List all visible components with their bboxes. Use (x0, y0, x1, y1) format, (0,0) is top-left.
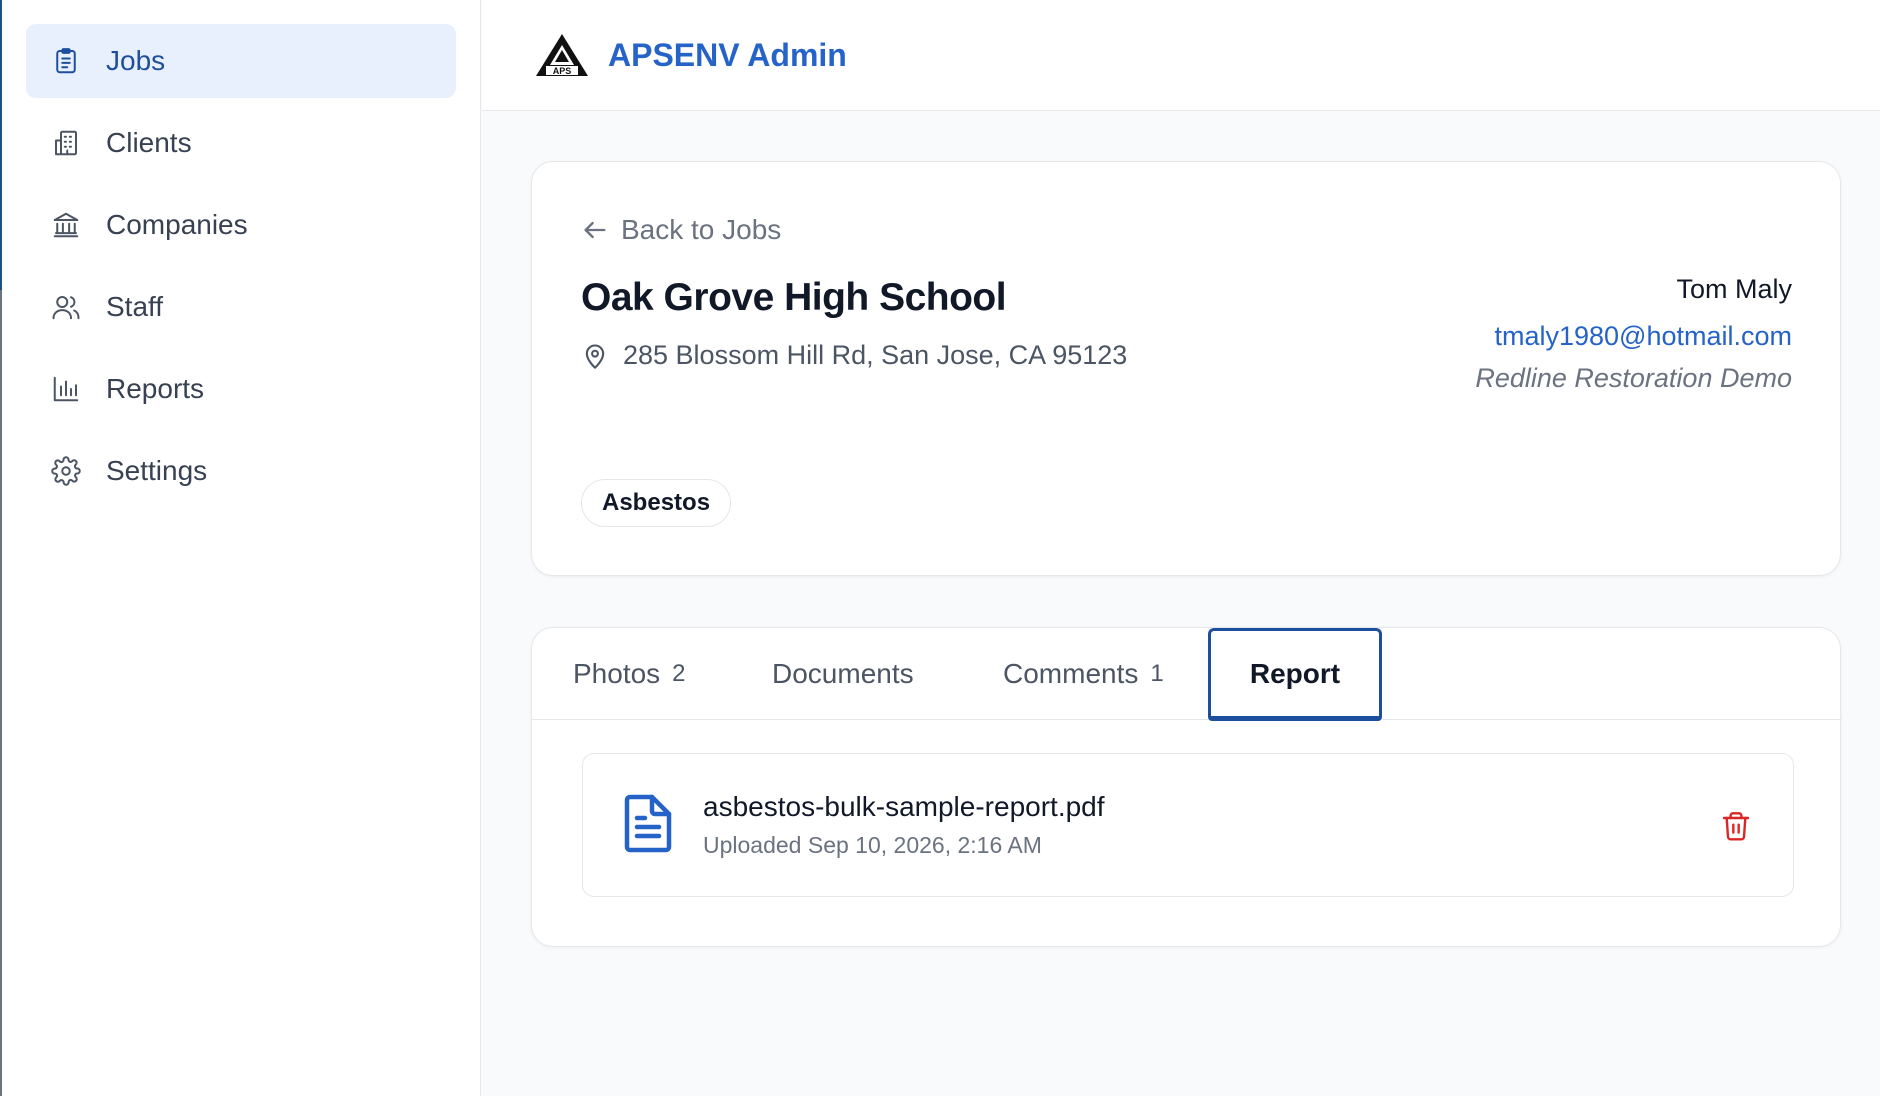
sidebar-item-reports[interactable]: Reports (26, 352, 456, 426)
document-icon (624, 794, 672, 853)
tab-label: Comments (1003, 658, 1139, 689)
gear-icon (50, 455, 82, 487)
sidebar-item-jobs[interactable]: Jobs (26, 24, 456, 98)
bank-icon (50, 209, 82, 241)
contact-company: Redline Restoration Demo (1475, 363, 1792, 393)
clipboard-icon (50, 45, 82, 77)
tab-bar: Photos 2 Documents Comments 1 Report (532, 628, 1842, 721)
back-link-label: Back to Jobs (621, 214, 782, 245)
tab-documents[interactable]: Documents (772, 628, 914, 720)
report-file-row[interactable]: asbestos-bulk-sample-report.pdf Uploaded… (582, 753, 1794, 897)
tab-comments[interactable]: Comments 1 (1003, 628, 1164, 720)
sidebar-item-label: Jobs (106, 45, 166, 76)
tab-label: Report (1249, 657, 1341, 689)
contact-info: Tom Maly tmaly1980@hotmail.com Redline R… (1475, 274, 1792, 398)
arrow-left-icon (584, 221, 606, 239)
aps-logo: APS (536, 34, 588, 76)
sidebar-item-staff[interactable]: Staff (26, 270, 456, 344)
job-tabs-card: Photos 2 Documents Comments 1 Report asb… (531, 627, 1842, 947)
sidebar-item-label: Staff (106, 291, 164, 322)
contact-email-link[interactable]: tmaly1980@hotmail.com (1475, 314, 1792, 358)
map-pin-icon (585, 344, 605, 369)
sidebar-item-settings[interactable]: Settings (26, 434, 456, 508)
tab-label: Documents (772, 658, 914, 689)
report-file-name[interactable]: asbestos-bulk-sample-report.pdf (703, 791, 1105, 823)
app-title: APSENV Admin (608, 36, 847, 73)
tab-count: 2 (672, 660, 686, 687)
tab-label: Photos (573, 658, 661, 689)
job-tag-asbestos: Asbestos (581, 479, 732, 527)
building-icon (50, 127, 82, 159)
users-icon (50, 291, 82, 323)
bar-chart-icon (50, 373, 82, 405)
app-header: APS APSENV Admin (482, 0, 1880, 111)
contact-name: Tom Maly (1676, 274, 1792, 304)
address-text: 285 Blossom Hill Rd, San Jose, CA 95123 (623, 340, 1128, 370)
job-title: Oak Grove High School (581, 276, 1007, 319)
sidebar-item-clients[interactable]: Clients (26, 106, 456, 180)
job-address: 285 Blossom Hill Rd, San Jose, CA 95123 (581, 340, 1127, 371)
sidebar-item-label: Companies (106, 209, 248, 240)
sidebar-item-label: Clients (106, 127, 192, 158)
tab-report[interactable]: Report (1208, 628, 1382, 721)
delete-report-button[interactable] (1719, 808, 1753, 844)
report-upload-date: Uploaded Sep 10, 2026, 2:16 AM (703, 832, 1042, 858)
sidebar-item-label: Settings (106, 455, 208, 486)
tab-photos[interactable]: Photos 2 (573, 628, 686, 720)
trash-icon (1722, 812, 1750, 841)
logo-text: APS (553, 66, 572, 76)
sidebar-item-companies[interactable]: Companies (26, 188, 456, 262)
tab-count: 1 (1150, 660, 1164, 687)
back-to-jobs-link[interactable]: Back to Jobs (581, 214, 781, 246)
sidebar: Jobs Clients Companies Staff Reports Set… (2, 0, 481, 1096)
sidebar-item-label: Reports (106, 373, 205, 404)
